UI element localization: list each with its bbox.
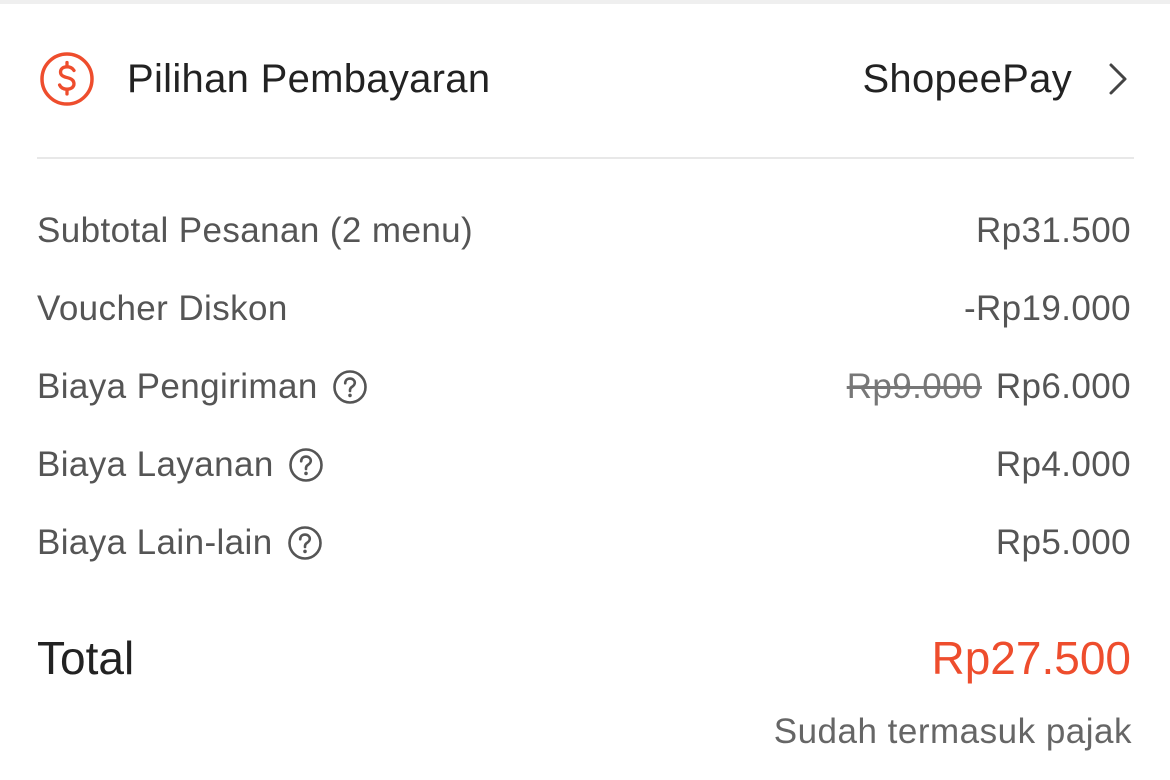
payment-method-row[interactable]: Pilihan Pembayaran ShopeePay [38, 36, 1132, 122]
voucher-label: Voucher Diskon [37, 289, 288, 328]
line-item-shipping: Biaya Pengiriman Rp9.000 Rp6.000 [37, 362, 1131, 412]
question-circle-icon[interactable] [287, 525, 323, 561]
question-circle-icon[interactable] [288, 447, 324, 483]
line-item-label: Voucher Diskon [37, 289, 288, 329]
line-item-label: Biaya Pengiriman [37, 367, 368, 407]
line-item-label: Subtotal Pesanan (2 menu) [37, 211, 473, 251]
line-item-value: Rp9.000 Rp6.000 [847, 367, 1131, 407]
chevron-right-icon[interactable] [1104, 59, 1132, 99]
line-item-value: -Rp19.000 [964, 289, 1131, 329]
line-item-value: Rp31.500 [976, 211, 1131, 251]
line-item-label: Biaya Layanan [37, 445, 324, 485]
line-item-subtotal: Subtotal Pesanan (2 menu) Rp31.500 [37, 206, 1131, 256]
question-circle-icon[interactable] [332, 369, 368, 405]
other-fees-value: Rp5.000 [995, 523, 1131, 562]
other-fees-label: Biaya Lain-lain [37, 523, 273, 562]
payment-method-selector[interactable]: ShopeePay [862, 57, 1132, 102]
shipping-value: Rp6.000 [995, 367, 1131, 406]
subtotal-label: Subtotal Pesanan (2 menu) [37, 211, 474, 250]
payment-method-label: Pilihan Pembayaran [127, 56, 491, 101]
voucher-value: -Rp19.000 [963, 289, 1131, 328]
line-item-value: Rp5.000 [996, 523, 1131, 563]
service-fee-value: Rp4.000 [995, 445, 1131, 484]
total-label: Total [37, 632, 135, 684]
section-divider [37, 157, 1134, 159]
payment-method-value: ShopeePay [862, 56, 1072, 101]
shipping-label: Biaya Pengiriman [37, 367, 318, 406]
line-item-value: Rp4.000 [996, 445, 1131, 485]
subtotal-value: Rp31.500 [976, 211, 1131, 250]
line-item-label: Biaya Lain-lain [37, 523, 323, 563]
total-value: Rp27.500 [931, 632, 1132, 684]
line-item-service-fee: Biaya Layanan Rp4.000 [37, 440, 1131, 490]
line-item-voucher: Voucher Diskon -Rp19.000 [37, 284, 1131, 334]
dollar-circle-icon [38, 50, 96, 108]
line-item-other-fees: Biaya Lain-lain Rp5.000 [37, 518, 1131, 568]
tax-included-note: Sudah termasuk pajak [773, 712, 1132, 751]
shipping-original-price: Rp9.000 [846, 367, 982, 406]
service-fee-label: Biaya Layanan [37, 445, 274, 484]
top-edge-divider [0, 0, 1170, 4]
total-row: Total Rp27.500 [37, 628, 1131, 688]
